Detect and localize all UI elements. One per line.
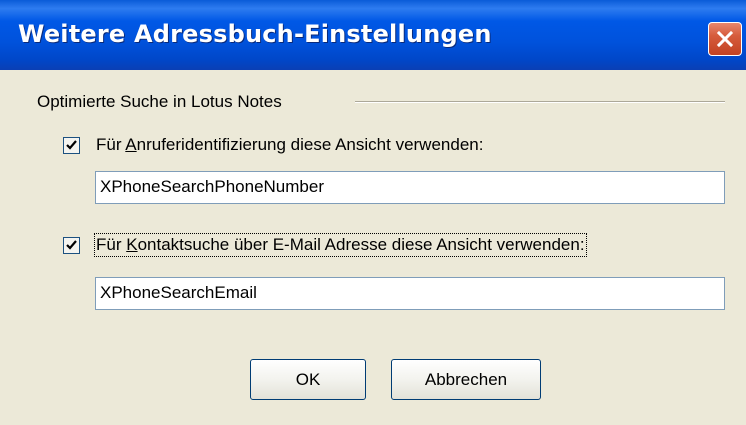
- group-divider: [355, 101, 725, 103]
- contact-search-view-input[interactable]: XPhoneSearchEmail: [95, 277, 725, 310]
- title-bar[interactable]: Weitere Adressbuch-Einstellungen: [0, 0, 746, 70]
- caller-id-view-input[interactable]: XPhoneSearchPhoneNumber: [95, 171, 725, 204]
- dialog-window: Weitere Adressbuch-Einstellungen Optimie…: [0, 0, 746, 425]
- checkmark-icon: [66, 140, 77, 150]
- checkmark-icon: [66, 240, 77, 250]
- contact-search-label[interactable]: Für Kontaktsuche über E-Mail Adresse die…: [94, 233, 587, 257]
- ok-button[interactable]: OK: [250, 359, 366, 400]
- cancel-button[interactable]: Abbrechen: [391, 359, 541, 400]
- contact-search-checkbox[interactable]: [63, 237, 80, 254]
- contact-search-label-mnemonic: K: [126, 235, 138, 254]
- caller-id-checkbox[interactable]: [63, 137, 80, 154]
- window-title: Weitere Adressbuch-Einstellungen: [18, 20, 492, 48]
- close-icon: [716, 30, 734, 48]
- close-button[interactable]: [708, 22, 742, 56]
- contact-search-label-prefix: Für: [96, 235, 127, 254]
- caller-id-label-prefix: Für: [96, 135, 126, 154]
- contact-search-label-suffix: ontaktsuche über E-Mail Adresse diese An…: [137, 235, 585, 254]
- caller-id-label[interactable]: Für Anruferidentifizierung diese Ansicht…: [96, 135, 483, 155]
- group-label: Optimierte Suche in Lotus Notes: [37, 92, 282, 111]
- caller-id-label-mnemonic: A: [125, 135, 137, 154]
- caller-id-label-suffix: nruferidentifizierung diese Ansicht verw…: [136, 135, 484, 154]
